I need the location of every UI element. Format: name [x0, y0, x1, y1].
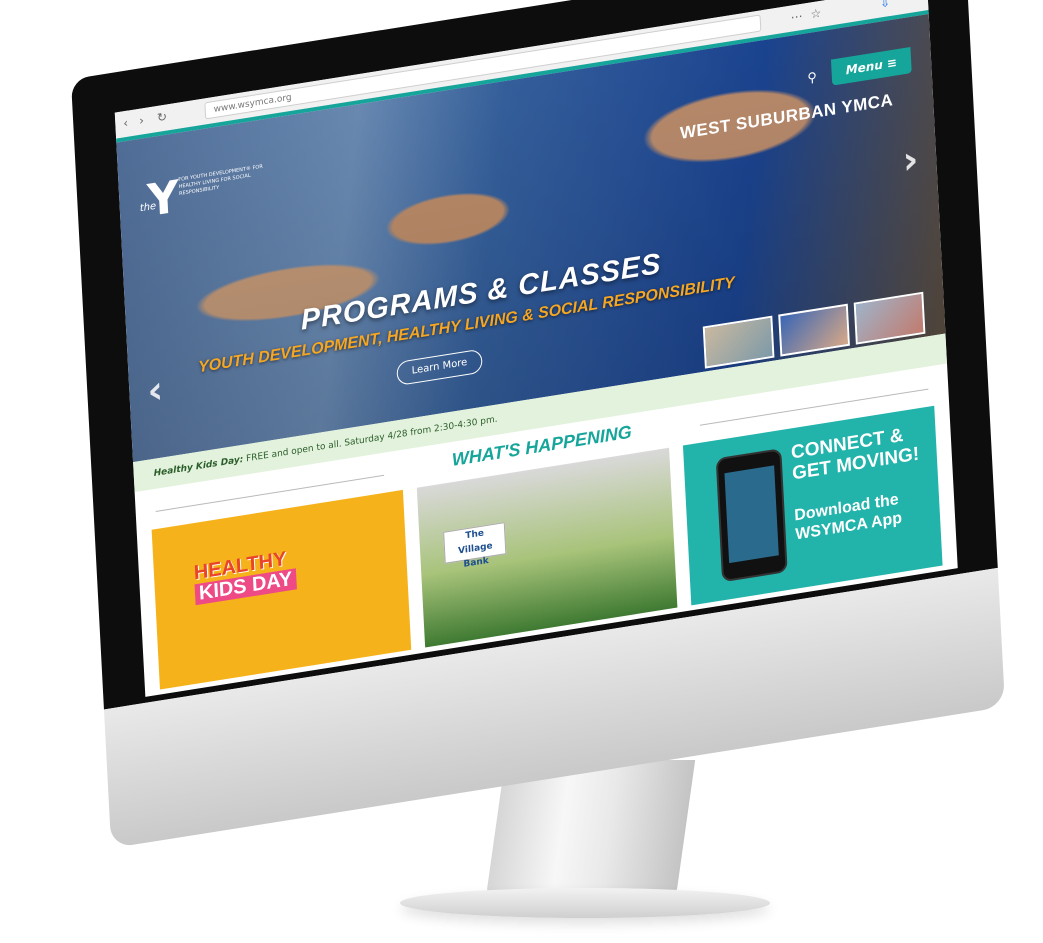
search-icon[interactable]: ⚲ [807, 70, 817, 86]
phone-icon [715, 448, 788, 583]
back-icon[interactable]: ‹ [123, 116, 129, 131]
card-subheading: Download the WSYMCA App [794, 490, 903, 545]
monitor: ‹ › ↻ www.wsymca.org ⋯ ☆ ⇩ the Y FOR YOU… [70, 0, 1006, 849]
announcement-label: Healthy Kids Day: [153, 454, 244, 479]
app-download-card[interactable]: CONNECT & GET MOVING! Download the WSYMC… [682, 405, 943, 606]
more-icon[interactable]: ⋯ [790, 9, 803, 25]
reload-icon[interactable]: ↻ [157, 109, 168, 125]
forward-icon[interactable]: › [139, 113, 145, 128]
card-heading: HEALTHY KIDS DAY [193, 547, 297, 606]
star-icon[interactable]: ☆ [810, 6, 821, 22]
carousel-next-icon[interactable]: › [902, 137, 920, 183]
ymca-logo[interactable]: the Y [140, 171, 181, 228]
logo-y: Y [146, 171, 181, 228]
download-icon[interactable]: ⇩ [880, 0, 891, 11]
carousel-prev-icon[interactable]: ‹ [146, 367, 164, 413]
monitor-stand-base [400, 888, 770, 918]
golf-outing-card[interactable]: The Village Bank [417, 447, 678, 648]
card-heading: CONNECT & GET MOVING! [791, 423, 920, 485]
healthy-kids-day-card[interactable]: HEALTHY KIDS DAY [151, 489, 412, 690]
village-bank-logo: The Village Bank [443, 522, 507, 570]
